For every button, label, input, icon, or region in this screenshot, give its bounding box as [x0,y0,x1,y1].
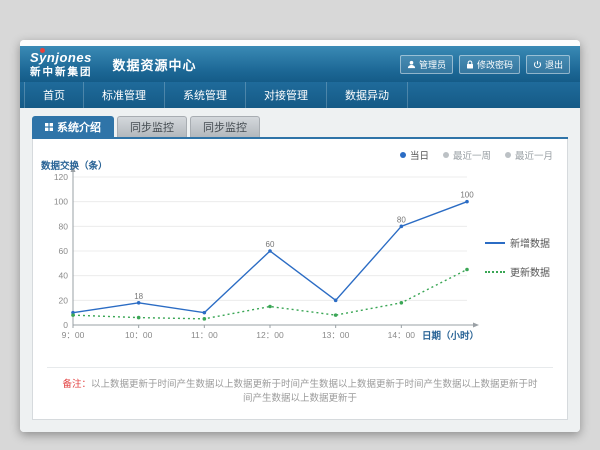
x-tick-label: 12：00 [256,330,284,340]
y-tick-label: 100 [54,197,68,207]
data-point [268,249,272,253]
app-header: Synjones 新中新集团 数据资源中心 管理员 修改密码 退出 [20,46,580,82]
data-point [268,305,272,309]
legend-new-data[interactable]: 新增数据 [485,235,567,250]
grid-icon [45,123,53,131]
brand-company: 新中新集团 [30,67,93,78]
point-label: 18 [134,292,143,301]
chart-panel: 当日 最近一周 最近一月 0 20 40 60 80 100 120 9：00 10：00 11：… [32,139,568,420]
admin-button[interactable]: 管理员 [400,55,453,74]
tab-system-intro[interactable]: 系统介绍 [32,116,114,137]
change-password-label: 修改密码 [477,58,513,71]
legend-last-month-dot [505,152,511,158]
content-area: 系统介绍 同步监控 同步监控 当日 最近一周 [20,108,580,432]
line-chart: 0 20 40 60 80 100 120 9：00 10：00 11：00 12：00 13：00 1… [39,159,481,355]
new-data-line-sample [485,242,505,244]
logout-icon [533,60,542,69]
data-point [400,301,404,305]
point-label: 60 [266,240,275,249]
tab-sync-monitor-2-label: 同步监控 [203,119,247,135]
data-point [334,313,338,317]
header-actions: 管理员 修改密码 退出 [400,55,570,74]
data-point [203,311,207,315]
legend-today-dot [400,152,406,158]
x-tick-label: 13：00 [322,330,350,340]
tab-sync-monitor-2[interactable]: 同步监控 [190,116,260,137]
app-window: Synjones 新中新集团 数据资源中心 管理员 修改密码 退出 首页 标准管… [20,40,580,432]
data-point [400,225,404,229]
nav-item-home[interactable]: 首页 [24,82,84,108]
lock-icon [466,60,474,69]
note-text: 以上数据更新于时间产生数据以上数据更新于时间产生数据以上数据更新于时间产生数据以… [91,379,538,403]
data-point [465,200,469,204]
data-point [465,268,469,272]
updated-data-line-sample [485,271,505,273]
note-label: 备注： [62,379,91,390]
x-axis-arrow [473,323,479,328]
point-label: 100 [460,191,474,200]
brand-name-text: Synjones [30,50,92,65]
change-password-button[interactable]: 修改密码 [459,55,520,74]
data-point [203,317,207,321]
filter-legend: 当日 最近一周 最近一月 [400,148,553,162]
legend-updated-data[interactable]: 更新数据 [485,264,567,279]
admin-button-label: 管理员 [419,58,446,71]
brand-logo: Synjones 新中新集团 [30,51,97,78]
x-tick-label: 14：00 [388,330,416,340]
y-tick-label: 120 [54,172,68,182]
data-point [71,313,75,317]
tab-bar: 系统介绍 同步监控 同步监控 [32,116,568,137]
series-line [73,270,467,319]
logout-label: 退出 [545,58,563,71]
y-tick-label: 0 [63,320,68,330]
nav-item-data-change[interactable]: 数据异动 [327,82,408,108]
y-axis-title: 数据交换（条） [40,160,108,172]
series-legend: 新增数据 更新数据 [485,235,567,279]
nav-item-interface[interactable]: 对接管理 [246,82,327,108]
tab-sync-monitor-1[interactable]: 同步监控 [117,116,187,137]
legend-today[interactable]: 当日 [400,148,429,162]
main-nav: 首页 标准管理 系统管理 对接管理 数据异动 [20,82,580,108]
logo-red-dot [40,48,45,53]
updated-data-label: 更新数据 [510,264,550,279]
x-tick-label: 10：00 [125,330,153,340]
x-tick-label: 9：00 [62,330,85,340]
x-tick-label: 11：00 [191,330,218,340]
new-data-label: 新增数据 [510,235,550,250]
data-point [137,316,141,320]
y-tick-label: 60 [59,246,69,256]
y-tick-label: 20 [59,295,69,305]
series-line [73,202,467,313]
footnote: 备注：以上数据更新于时间产生数据以上数据更新于时间产生数据以上数据更新于时间产生… [33,368,567,419]
y-tick-label: 80 [59,221,69,231]
tab-system-intro-label: 系统介绍 [57,119,101,135]
legend-last-week-dot [443,152,449,158]
chart-row: 0 20 40 60 80 100 120 9：00 10：00 11：00 12：00 13：00 1… [33,159,567,355]
legend-today-label: 当日 [410,148,429,162]
nav-item-system[interactable]: 系统管理 [165,82,246,108]
user-icon [407,60,416,69]
data-point [334,299,338,303]
x-axis-title: 日期（小时） [422,330,479,342]
legend-last-month[interactable]: 最近一月 [505,148,553,162]
legend-last-week[interactable]: 最近一周 [443,148,491,162]
tab-sync-monitor-1-label: 同步监控 [130,119,174,135]
nav-item-standards[interactable]: 标准管理 [84,82,165,108]
brand-name: Synjones [30,51,93,64]
y-tick-label: 40 [59,271,69,281]
logout-button[interactable]: 退出 [526,55,570,74]
legend-last-month-label: 最近一月 [515,148,553,162]
data-point [137,301,141,305]
legend-last-week-label: 最近一周 [453,148,491,162]
app-title: 数据资源中心 [113,55,197,74]
point-label: 80 [397,215,406,224]
